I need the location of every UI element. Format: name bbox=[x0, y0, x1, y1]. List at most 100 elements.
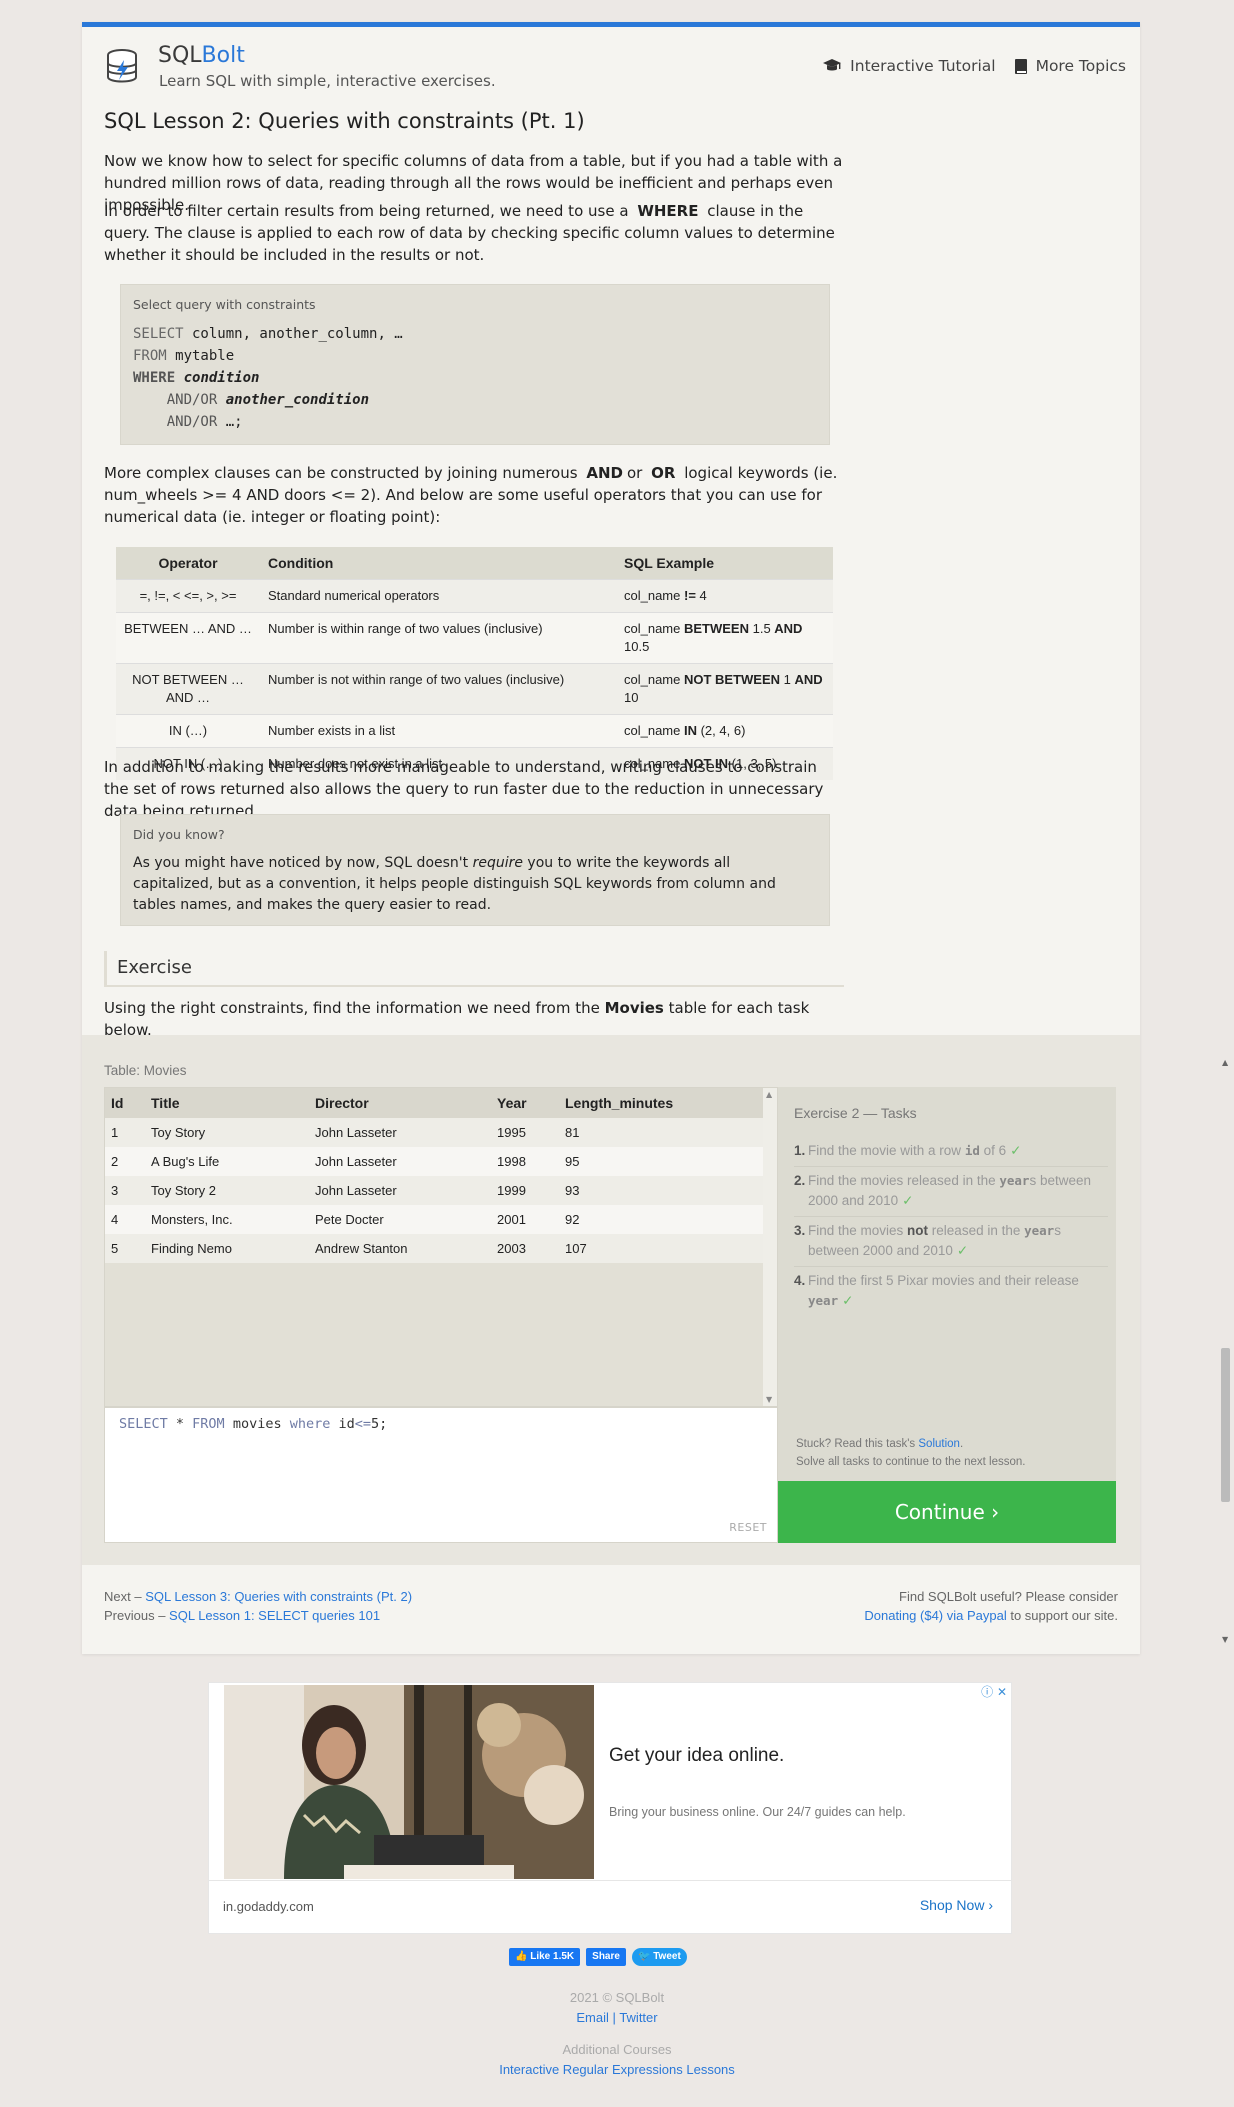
next-lesson-link[interactable]: SQL Lesson 3: Queries with constraints (… bbox=[145, 1589, 412, 1604]
ad-choices-icon[interactable]: ⓘ ✕ bbox=[981, 1683, 1007, 1700]
operator-cell: BETWEEN … AND … bbox=[116, 612, 260, 664]
text: . bbox=[959, 1438, 964, 1450]
sqlbolt-logo-icon[interactable] bbox=[104, 47, 140, 87]
example-cell: col_name BETWEEN 1.5 AND 10.5 bbox=[616, 612, 833, 664]
nav-more-topics[interactable]: More Topics bbox=[1014, 57, 1126, 75]
keyword-and: AND bbox=[586, 464, 623, 482]
task-item: 4. Find the first 5 Pixar movies and thei… bbox=[794, 1267, 1108, 1316]
facebook-share-button[interactable]: Share bbox=[586, 1948, 626, 1966]
twitter-link[interactable]: Twitter bbox=[619, 2010, 657, 2025]
lesson-title: SQL Lesson 2: Queries with constraints (… bbox=[104, 109, 585, 133]
text: of 6 bbox=[979, 1143, 1007, 1158]
text: 10 bbox=[624, 690, 639, 705]
table-caption: Table: Movies bbox=[104, 1063, 187, 1078]
text: Find the movies released in the bbox=[808, 1173, 1000, 1188]
query-editor[interactable]: SELECT * FROM movies where id<=5; RESET bbox=[104, 1407, 778, 1543]
table-row: 3 Toy Story 2 John Lasseter 1999 93 bbox=[105, 1176, 763, 1205]
table-cell: 2 bbox=[105, 1147, 145, 1176]
table-header-row: Operator Condition SQL Example bbox=[116, 547, 833, 580]
lesson-card: SQLBolt Learn SQL with simple, interacti… bbox=[82, 22, 1140, 1654]
solution-link[interactable]: Solution bbox=[918, 1438, 960, 1450]
code-text: column, another_column, … bbox=[183, 326, 403, 342]
thumbs-up-icon: 👍 bbox=[515, 1951, 528, 1962]
table-cell: 1998 bbox=[491, 1147, 559, 1176]
ad-image[interactable] bbox=[224, 1685, 594, 1879]
scrollbar-thumb[interactable] bbox=[1221, 1348, 1230, 1502]
scroll-down-icon[interactable]: ▼ bbox=[766, 1395, 772, 1404]
select-query-example: Select query with constraints SELECT col… bbox=[120, 284, 830, 445]
code-kw: WHERE bbox=[133, 370, 176, 386]
example-cell: col_name != 4 bbox=[616, 579, 833, 613]
table-row: 5 Finding Nemo Andrew Stanton 2003 107 bbox=[105, 1234, 763, 1263]
task-text: Find the movies released in the years be… bbox=[808, 1171, 1108, 1211]
nav-label: Interactive Tutorial bbox=[850, 57, 996, 75]
code-kw: AND/OR bbox=[166, 414, 218, 430]
table-scrollbar[interactable]: ▲ ▼ bbox=[763, 1088, 777, 1406]
table-cell: John Lasseter bbox=[309, 1176, 491, 1205]
tasks-panel: Exercise 2 — Tasks 1. Find the movie with… bbox=[778, 1087, 1116, 1481]
text-bold: AND bbox=[774, 621, 803, 636]
task-text: Find the movies not released in the year… bbox=[808, 1221, 1108, 1261]
task-number: 3. bbox=[794, 1223, 806, 1238]
text: col_name bbox=[624, 723, 684, 738]
nav-label: More Topics bbox=[1035, 57, 1126, 75]
donate-link[interactable]: Donating ($4) via Paypal bbox=[864, 1608, 1006, 1623]
regex-lessons-link[interactable]: Interactive Regular Expressions Lessons bbox=[499, 2062, 735, 2077]
tweet-button[interactable]: 🐦 Tweet bbox=[631, 1948, 687, 1966]
col-header: Year bbox=[491, 1088, 559, 1118]
table-cell: Toy Story 2 bbox=[145, 1176, 309, 1205]
complex-clauses-paragraph: More complex clauses can be constructed … bbox=[104, 462, 844, 528]
shop-now-button[interactable]: Shop Now › bbox=[920, 1897, 993, 1913]
previous-lesson-link[interactable]: SQL Lesson 1: SELECT queries 101 bbox=[169, 1608, 380, 1623]
code-text: mytable bbox=[166, 348, 235, 364]
col-header: Director bbox=[309, 1088, 491, 1118]
movies-table-container[interactable]: Id Title Director Year Length_minutes 1T… bbox=[104, 1087, 778, 1407]
code-text: another_condition bbox=[217, 392, 370, 408]
scroll-up-icon[interactable]: ▲ bbox=[766, 1090, 772, 1099]
text: Find SQLBolt useful? Please consider bbox=[899, 1589, 1118, 1604]
table-row: IN (…) Number exists in a list col_name IN… bbox=[116, 714, 833, 748]
twitter-bird-icon: 🐦 bbox=[637, 1951, 651, 1962]
example-cell: col_name IN (2, 4, 6) bbox=[616, 714, 833, 748]
scroll-up-icon[interactable]: ▲ bbox=[1222, 1058, 1228, 1067]
ad-headline[interactable]: Get your idea online. bbox=[609, 1745, 784, 1767]
text: Using the right constraints, find the in… bbox=[104, 999, 605, 1017]
nav-interactive-tutorial[interactable]: Interactive Tutorial bbox=[822, 57, 996, 75]
continue-button[interactable]: Continue › bbox=[778, 1481, 1116, 1543]
text: Find the movie with a row bbox=[808, 1143, 965, 1158]
movies-table: Id Title Director Year Length_minutes 1T… bbox=[105, 1088, 763, 1263]
text-bold: IN bbox=[683, 723, 697, 738]
advertisement[interactable]: Get your idea online. Bring your busines… bbox=[208, 1682, 1012, 1934]
text: released in the bbox=[928, 1223, 1025, 1238]
page-scrollbar[interactable]: ▲ ▼ bbox=[1218, 1058, 1234, 1644]
query-part: movies bbox=[224, 1416, 290, 1432]
task-item: 2. Find the movies released in the years … bbox=[794, 1167, 1108, 1217]
brand-name[interactable]: SQLBolt bbox=[158, 43, 245, 68]
text: Find the first 5 Pixar movies and their … bbox=[808, 1273, 1079, 1288]
ad-domain: in.godaddy.com bbox=[223, 1899, 314, 1914]
text: (2, 4, 6) bbox=[696, 723, 746, 738]
query-text[interactable]: SELECT * FROM movies where id<=5; bbox=[119, 1416, 387, 1432]
text: col_name bbox=[624, 621, 684, 636]
facebook-like-button[interactable]: 👍 Like 1.5K bbox=[509, 1948, 581, 1966]
checkmark-icon: ✓ bbox=[902, 1193, 914, 1208]
email-link[interactable]: Email bbox=[576, 2010, 609, 2025]
col-header: Operator bbox=[116, 547, 260, 580]
table-cell: John Lasseter bbox=[309, 1147, 491, 1176]
scroll-down-icon[interactable]: ▼ bbox=[1222, 1635, 1228, 1644]
reset-button[interactable]: RESET bbox=[729, 1521, 767, 1534]
code-kw: FROM bbox=[133, 348, 167, 364]
code: year bbox=[808, 1293, 839, 1308]
exercise-title: Exercise bbox=[117, 957, 192, 978]
text: As you might have noticed by now, SQL do… bbox=[133, 855, 473, 871]
col-header: Condition bbox=[260, 547, 616, 580]
text-emphasis: require bbox=[472, 855, 523, 871]
donate-note: Find SQLBolt useful? Please consider Don… bbox=[864, 1587, 1118, 1625]
exercise-area: Table: Movies Id Title Director Year Len… bbox=[82, 1035, 1140, 1565]
table-cell: 107 bbox=[559, 1234, 763, 1263]
text: More complex clauses can be constructed … bbox=[104, 464, 578, 482]
graduation-cap-icon bbox=[822, 58, 842, 74]
keyword-where: WHERE bbox=[637, 202, 699, 220]
query-part: 5; bbox=[371, 1416, 388, 1432]
task-text: Find the first 5 Pixar movies and their … bbox=[808, 1271, 1108, 1311]
